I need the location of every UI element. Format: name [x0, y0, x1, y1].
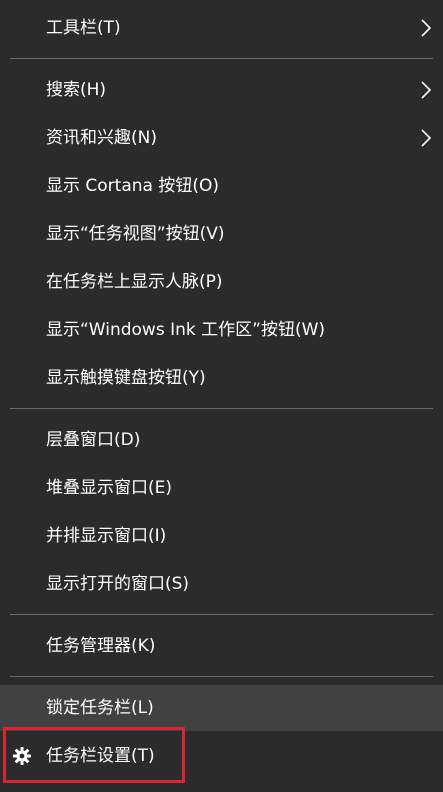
taskbar-context-menu: 工具栏(T) 搜索(H) 资讯和兴趣(N) 显示 Cortana 按钮(O) 显… [0, 0, 443, 792]
menu-item-show-desktop[interactable]: 显示打开的窗口(S) [0, 561, 443, 607]
menu-item-label: 显示“任务视图”按钮(V) [46, 224, 225, 244]
menu-item-stack-windows[interactable]: 堆叠显示窗口(E) [0, 465, 443, 511]
menu-item-toolbars[interactable]: 工具栏(T) [0, 5, 443, 51]
menu-item-show-windows-ink[interactable]: 显示“Windows Ink 工作区”按钮(W) [0, 307, 443, 353]
menu-item-label: 任务管理器(K) [46, 636, 156, 656]
menu-item-task-manager[interactable]: 任务管理器(K) [0, 623, 443, 669]
menu-item-label: 显示触摸键盘按钮(Y) [46, 368, 206, 388]
menu-item-label: 显示打开的窗口(S) [46, 574, 190, 594]
menu-item-news-interests[interactable]: 资讯和兴趣(N) [0, 115, 443, 161]
menu-item-label: 层叠窗口(D) [46, 430, 141, 450]
menu-item-label: 资讯和兴趣(N) [46, 128, 157, 148]
menu-item-search[interactable]: 搜索(H) [0, 67, 443, 113]
menu-item-show-touch-keyboard[interactable]: 显示触摸键盘按钮(Y) [0, 355, 443, 401]
menu-item-show-task-view[interactable]: 显示“任务视图”按钮(V) [0, 211, 443, 257]
gear-icon [12, 746, 32, 766]
menu-item-cascade-windows[interactable]: 层叠窗口(D) [0, 417, 443, 463]
menu-item-label: 任务栏设置(T) [46, 746, 155, 766]
menu-separator [10, 408, 433, 409]
menu-item-show-cortana[interactable]: 显示 Cortana 按钮(O) [0, 163, 443, 209]
menu-item-label: 并排显示窗口(I) [46, 526, 167, 546]
menu-item-label: 搜索(H) [46, 80, 107, 100]
menu-item-lock-taskbar[interactable]: 锁定任务栏(L) [0, 685, 443, 731]
menu-separator [10, 676, 433, 677]
menu-item-show-people[interactable]: 在任务栏上显示人脉(P) [0, 259, 443, 305]
chevron-right-icon [419, 18, 433, 38]
menu-item-label: 显示 Cortana 按钮(O) [46, 176, 219, 196]
menu-item-label: 锁定任务栏(L) [46, 698, 154, 718]
chevron-right-icon [419, 128, 433, 148]
menu-item-taskbar-settings[interactable]: 任务栏设置(T) [0, 733, 443, 779]
menu-separator [10, 614, 433, 615]
chevron-right-icon [419, 80, 433, 100]
menu-separator [10, 58, 433, 59]
menu-item-label: 堆叠显示窗口(E) [46, 478, 173, 498]
menu-item-label: 显示“Windows Ink 工作区”按钮(W) [46, 320, 326, 340]
menu-item-side-by-side[interactable]: 并排显示窗口(I) [0, 513, 443, 559]
menu-item-label: 工具栏(T) [46, 18, 121, 38]
menu-item-label: 在任务栏上显示人脉(P) [46, 272, 223, 292]
